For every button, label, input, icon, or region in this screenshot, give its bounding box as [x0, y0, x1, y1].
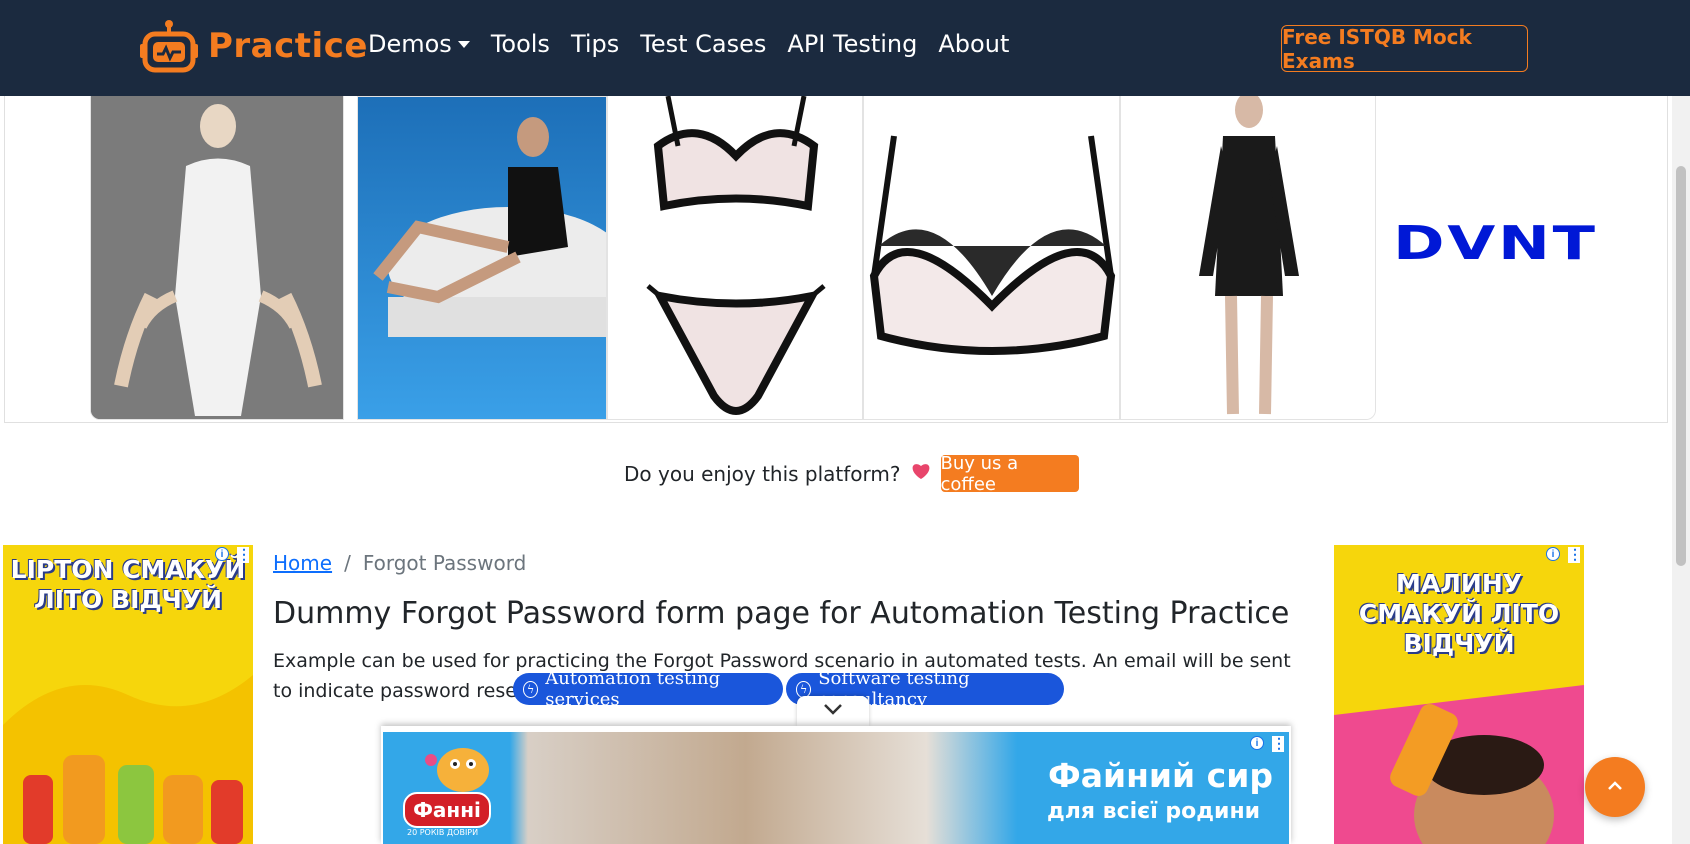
nav-demos-dropdown[interactable]: Demos: [368, 30, 470, 58]
donate-question: Do you enjoy this platform?: [624, 461, 901, 486]
ad-product-image-bra[interactable]: [863, 96, 1120, 420]
ad-info-icon[interactable]: i: [1546, 547, 1560, 561]
fanni-brand-sub: 20 РОКІВ ДОВІРИ: [407, 828, 479, 837]
caret-down-icon: [457, 40, 470, 48]
nav-tips[interactable]: Tips: [571, 30, 619, 58]
ad-product-image-white-dress[interactable]: [90, 96, 344, 420]
nav-about[interactable]: About: [938, 30, 1009, 58]
scroll-to-top-button[interactable]: [1585, 757, 1645, 817]
left-ad-headline: LIPTON СМАКУЙ ЛІТО ВІДЧУЙ: [10, 555, 246, 614]
page-scrollbar[interactable]: [1672, 96, 1690, 844]
nav-test-cases[interactable]: Test Cases: [640, 30, 766, 58]
brand-link[interactable]: Practice: [140, 18, 368, 74]
brand-name: Practice: [208, 26, 368, 66]
bottom-anchor-ad[interactable]: Фанні 20 РОКІВ ДОВІРИ Файний сир для всі…: [381, 726, 1291, 844]
chevron-down-icon: [823, 702, 843, 720]
top-navbar: Practice Demos Tools Tips Test Cases API…: [0, 0, 1690, 96]
nav-demos-label: Demos: [368, 30, 452, 58]
right-ad-headline: МАЛИНУ СМАКУЙ ЛІТО ВІДЧУЙ: [1358, 569, 1560, 658]
heart-icon: [911, 462, 931, 485]
ad-product-image-bikini[interactable]: [607, 96, 863, 420]
ad-menu-icon[interactable]: ⋮: [1272, 736, 1286, 752]
lightning-bolt-icon: ϟ: [523, 680, 539, 698]
ad-menu-icon[interactable]: ⋮: [1568, 547, 1582, 563]
anchor-ad-tagline: для всієї родини: [1047, 799, 1261, 824]
breadcrumb-separator: /: [344, 551, 351, 575]
fanni-brand-logo: Фанні: [403, 792, 491, 828]
nav-tools[interactable]: Tools: [491, 30, 550, 58]
chevron-up-icon: [1607, 778, 1623, 796]
dvnt-logo[interactable]: DVNT: [1393, 216, 1598, 270]
lightning-bolt-icon: ϟ: [796, 680, 812, 698]
ad-product-image-pool-swimsuit[interactable]: [357, 96, 607, 420]
page-title: Dummy Forgot Password form page for Auto…: [273, 596, 1290, 631]
nav-api-testing[interactable]: API Testing: [787, 30, 917, 58]
collapse-ad-button[interactable]: [797, 696, 869, 726]
donate-row: Do you enjoy this platform? Buy us a cof…: [624, 453, 1079, 495]
buy-coffee-button[interactable]: Buy us a coffee: [940, 453, 1079, 495]
ad-product-image-leather-dress[interactable]: [1120, 96, 1376, 420]
breadcrumb-current: Forgot Password: [362, 551, 527, 575]
breadcrumb-home-link[interactable]: Home: [273, 551, 332, 575]
nav-menu: Demos Tools Tips Test Cases API Testing …: [368, 30, 1030, 58]
pill-label: Automation testing services: [545, 668, 721, 710]
scrollbar-thumb[interactable]: [1676, 166, 1686, 566]
istqb-mock-exams-button[interactable]: Free ISTQB Mock Exams: [1281, 25, 1528, 73]
right-sidebar-ad[interactable]: МАЛИНУ СМАКУЙ ЛІТО ВІДЧУЙ i ⋮: [1334, 545, 1584, 844]
left-sidebar-ad[interactable]: LIPTON СМАКУЙ ЛІТО ВІДЧУЙ i ⋮: [3, 545, 253, 844]
breadcrumb: Home / Forgot Password: [273, 551, 526, 575]
product-ad-banner[interactable]: DVNT: [4, 96, 1668, 423]
automation-testing-services-link[interactable]: ϟ Automation testing services: [513, 668, 783, 710]
robot-logo-icon: [140, 18, 198, 74]
ad-menu-icon[interactable]: ⋮: [237, 547, 251, 563]
ad-info-icon[interactable]: i: [215, 547, 229, 561]
anchor-ad-headline: Файний сир: [1048, 756, 1273, 795]
anchor-ad-creative[interactable]: Фанні 20 РОКІВ ДОВІРИ Файний сир для всі…: [383, 732, 1289, 844]
ad-info-icon[interactable]: i: [1250, 736, 1264, 750]
